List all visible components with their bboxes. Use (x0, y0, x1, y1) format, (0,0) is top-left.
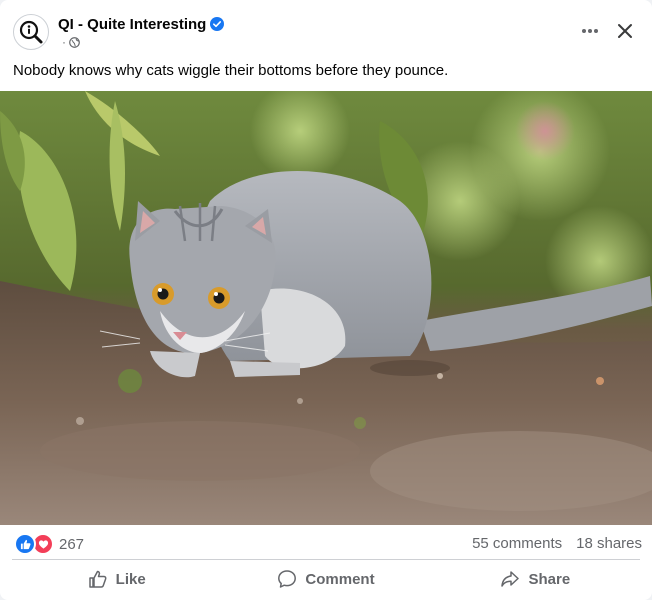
post-header: QI - Quite Interesting · (0, 0, 652, 58)
like-button[interactable]: Like (12, 562, 221, 596)
globe-icon[interactable] (69, 36, 80, 48)
page-name-text[interactable]: QI - Quite Interesting (58, 16, 206, 33)
thumbs-up-mini-icon (20, 539, 31, 549)
share-label: Share (528, 570, 571, 588)
action-divider (12, 559, 640, 560)
heart-mini-icon (38, 539, 48, 549)
post-actions: Like Comment Share (12, 562, 640, 596)
like-reaction-icon (14, 533, 36, 555)
close-icon (618, 24, 632, 38)
share-arrow-icon (501, 571, 520, 587)
shares-count[interactable]: 18 shares (576, 535, 642, 552)
comment-button[interactable]: Comment (221, 562, 430, 596)
thumbs-up-icon (88, 570, 107, 588)
post-card: QI - Quite Interesting · Nobody knows wh… (0, 0, 652, 600)
qi-logo-icon (19, 20, 43, 44)
cat-photo (0, 91, 652, 525)
close-button[interactable] (610, 16, 640, 46)
post-image[interactable] (0, 91, 652, 525)
reaction-count[interactable]: 267 (59, 536, 84, 553)
page-name[interactable]: QI - Quite Interesting (58, 16, 225, 33)
more-options-icon (582, 29, 598, 33)
more-options-button[interactable] (575, 18, 605, 44)
comments-count[interactable]: 55 comments (472, 535, 562, 552)
share-button[interactable]: Share (431, 562, 640, 596)
comment-bubble-icon (278, 570, 297, 588)
engagement-stats: 55 comments 18 shares (472, 535, 642, 552)
engagement-bar: 267 55 comments 18 shares (0, 526, 652, 558)
post-caption: Nobody knows why cats wiggle their botto… (13, 62, 449, 79)
like-label: Like (115, 570, 146, 588)
verified-badge-icon (210, 17, 225, 31)
meta-separator: · (62, 35, 66, 49)
post-meta: · (62, 35, 80, 49)
comment-label: Comment (305, 570, 375, 588)
page-avatar[interactable] (13, 14, 49, 50)
reactions-summary[interactable]: 267 (14, 533, 84, 555)
